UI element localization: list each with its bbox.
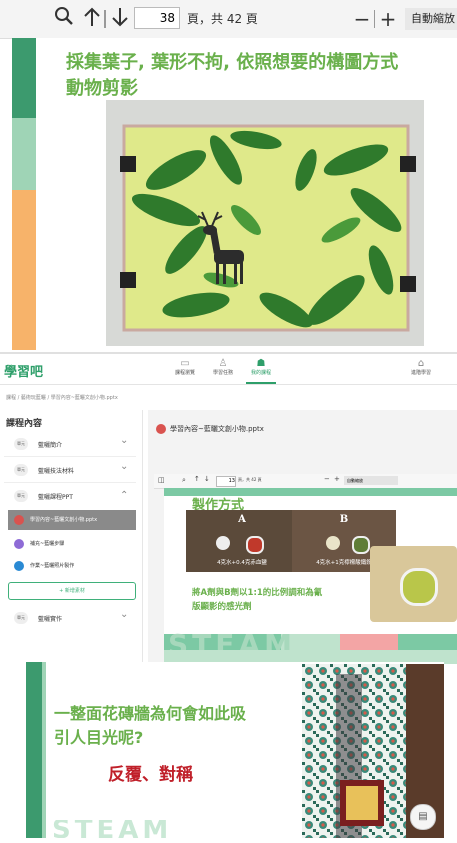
photo-mixing (370, 546, 457, 622)
sidebar-item-practice[interactable]: 單元 藍曬實作 ⌄ (4, 606, 136, 630)
pptx-file-icon (156, 424, 166, 434)
assignment-icon (14, 561, 24, 571)
user-menu[interactable]: ⌂ 進階學習 (406, 358, 436, 376)
slide-title-line2: 動物剪影 (66, 78, 138, 99)
arrow-down-icon[interactable] (108, 6, 132, 32)
slide-tile-wall: 一整面花磚牆為何會如此吸 引人目光呢? 反覆、對稱 STEAM ▤ (12, 662, 444, 838)
unit-badge: 單元 (14, 612, 28, 624)
chevron-down-icon[interactable]: ⌄ (120, 435, 128, 446)
viewer-toolbar: 38 頁，共 42 頁 − + 自動縮放 (0, 0, 457, 39)
dish-icon (216, 536, 230, 550)
lms-screenshot-panel: 學習吧 ▭ 課程瀏覽 ♙ 學習任務 ☗ 我的課程 ⌂ 進階學習 課程 / 藝術玩… (0, 352, 457, 664)
nav-learning-task[interactable]: ♙ 學習任務 (208, 358, 238, 376)
breadcrumb[interactable]: 課程 / 藝術玩藍曬 / 學習內容~藍曬文創小物.pptx (6, 394, 118, 401)
unit-badge: 單元 (14, 464, 28, 476)
content-area: 學習內容~藍曬文創小物.pptx ◫ ⌕ ↑ ↓ 13 頁，共 42 頁 − +… (148, 410, 457, 664)
slide-strip-mint (12, 118, 36, 190)
slide-strip-orange (12, 190, 36, 270)
sub-item-homework[interactable]: 作業~藍曬照片製作 (8, 556, 136, 576)
arrow-up-icon[interactable] (80, 6, 104, 32)
page-count-label: 頁，共 42 頁 (238, 477, 262, 482)
embedded-slide-13: 製作方式 A 4克水+0.4克赤血鹽 B 4克水+1克檸檬酸鐵銨 將A劑與B劑以… (164, 488, 457, 664)
dish-icon (246, 536, 264, 554)
toolbar-divider (374, 10, 375, 28)
house-icon: ⌂ (417, 358, 425, 369)
zoom-out-button[interactable]: − (324, 475, 330, 483)
dish-icon (400, 568, 438, 606)
lms-logo[interactable]: 學習吧 (4, 361, 43, 380)
arrow-down-icon[interactable]: ↓ (204, 475, 210, 483)
slide-strip-mint (42, 662, 46, 838)
lms-header: 學習吧 ▭ 課程瀏覽 ♙ 學習任務 ☗ 我的課程 ⌂ 進階學習 (0, 354, 457, 385)
page-number-input[interactable]: 38 (134, 7, 180, 29)
search-icon[interactable] (52, 6, 76, 32)
slide-body-line1: 將A劑與B劑以1:1的比例調和為氰 (192, 588, 323, 598)
zoom-in-button[interactable]: + (334, 475, 340, 483)
chevron-up-icon[interactable]: ⌃ (120, 490, 128, 501)
sidebar-item-ppt[interactable]: 單元 藍曬課程PPT ⌃ (4, 484, 136, 508)
toolbar-divider (104, 10, 106, 28)
slide-page-38: 採集葉子, 葉形不拘, 依照想要的構圖方式 動物剪影 (12, 38, 457, 350)
slide-strip-green (26, 662, 42, 838)
laptop-icon: ▭ (180, 358, 190, 369)
photo-solution-a: A 4克水+0.4克赤血鹽 (186, 510, 298, 572)
group-icon: ☗ (256, 358, 266, 369)
video-icon (14, 539, 24, 549)
nav-course-browse[interactable]: ▭ 課程瀏覽 (170, 358, 200, 376)
question-line2: 引人目光呢? (54, 728, 144, 747)
unit-badge: 單元 (14, 490, 28, 502)
question-line1: 一整面花磚牆為何會如此吸 (54, 704, 247, 723)
chevron-down-icon[interactable]: ⌄ (120, 609, 128, 620)
book-icon[interactable]: ▤ (410, 804, 436, 830)
add-material-button[interactable]: + 新增素材 (8, 582, 136, 600)
content-title: 學習內容~藍曬文創小物.pptx (170, 425, 264, 433)
embedded-viewer-toolbar: ◫ ⌕ ↑ ↓ 13 頁，共 42 頁 − + 自動縮放 (154, 474, 457, 489)
slide-strip-green (12, 38, 36, 118)
slide-body-line2: 版顯影的感光劑 (192, 602, 252, 612)
arrow-up-icon[interactable]: ↑ (194, 475, 200, 483)
pptx-file-icon (14, 515, 24, 525)
zoom-select[interactable]: 自動縮放 (405, 8, 457, 30)
page-count-label: 頁，共 42 頁 (187, 12, 258, 26)
pdf-viewer-panel: 38 頁，共 42 頁 − + 自動縮放 採集葉子, 葉形不拘, 依照想要的構圖… (0, 0, 457, 350)
zoom-out-button[interactable]: − (352, 6, 372, 32)
course-sidebar: 課程內容 單元 藍曬簡介 ⌄ 單元 藍曬技法材料 ⌄ 單元 藍曬課程PPT ⌃ … (0, 410, 143, 664)
sidebar-title: 課程內容 (6, 419, 43, 429)
sub-item-steps[interactable]: 補充~藍曬步驟 (8, 534, 136, 554)
slide-title-line1: 採集葉子, 葉形不拘, 依照想要的構圖方式 (66, 52, 399, 73)
person-icon: ♙ (218, 358, 228, 369)
chevron-down-icon[interactable]: ⌄ (120, 461, 128, 472)
sidebar-item-intro[interactable]: 單元 藍曬簡介 ⌄ (4, 432, 136, 457)
dish-icon (326, 536, 340, 550)
search-icon[interactable]: ⌕ (182, 476, 186, 485)
dish-icon (352, 536, 370, 554)
page-number-input[interactable]: 13 (216, 476, 236, 487)
nav-my-courses[interactable]: ☗ 我的課程 (246, 358, 276, 384)
leaf-silhouette-photo (106, 100, 424, 346)
zoom-in-button[interactable]: + (378, 6, 398, 32)
sidebar-item-materials[interactable]: 單元 藍曬技法材料 ⌄ (4, 458, 136, 483)
steam-watermark: STEAM (52, 820, 173, 838)
zoom-select[interactable]: 自動縮放 (344, 476, 398, 485)
sidebar-toggle-icon[interactable]: ◫ (158, 476, 165, 484)
slide-strip-orange (12, 270, 36, 350)
answer-text: 反覆、對稱 (108, 765, 193, 785)
unit-badge: 單元 (14, 438, 28, 450)
sub-item-pptx-active[interactable]: 學習內容~藍曬文創小物.pptx (8, 510, 136, 530)
